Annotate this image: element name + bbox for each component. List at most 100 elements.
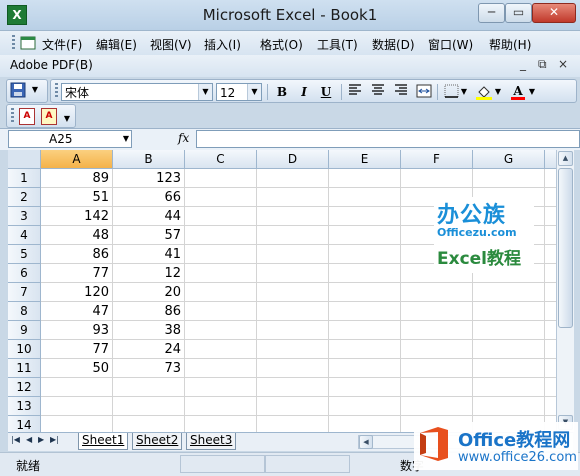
grid-cell[interactable] [329,245,401,264]
grid-cell[interactable] [329,340,401,359]
grid-cell[interactable] [257,340,329,359]
grid-cell[interactable] [329,283,401,302]
grid-cell[interactable] [185,302,257,321]
restore-button[interactable]: ▭ [505,3,532,23]
pdf-convert-icon[interactable]: A [19,108,35,125]
column-header-e[interactable]: E [329,150,401,169]
grid-cell[interactable] [401,283,473,302]
menu-window[interactable]: 窗口(W) [428,36,473,53]
grid-cell[interactable] [545,321,556,340]
grid-cell[interactable] [545,264,556,283]
row-header[interactable]: 8 [8,302,41,321]
grid-cell[interactable] [257,207,329,226]
grid-cell[interactable]: 41 [113,245,185,264]
pdf-toolbar-grip[interactable] [11,108,14,124]
row-header[interactable]: 9 [8,321,41,340]
borders-dropdown-icon[interactable]: ▼ [459,84,469,100]
grid-cell[interactable] [329,416,401,432]
doc-minimize-button[interactable]: _ [520,57,526,71]
column-header-f[interactable]: F [401,150,473,169]
column-header-g[interactable]: G [473,150,545,169]
italic-button[interactable]: I [295,84,313,100]
menu-view[interactable]: 视图(V) [150,36,192,53]
last-sheet-icon[interactable]: ▶| [50,435,59,444]
grid-cell[interactable] [545,340,556,359]
grid-cell[interactable] [329,359,401,378]
scroll-up-icon[interactable]: ▲ [558,151,573,166]
grid-cell[interactable] [401,302,473,321]
row-header[interactable]: 3 [8,207,41,226]
grid-cell[interactable] [185,207,257,226]
font-color-icon[interactable]: A [509,84,527,100]
grid-cell[interactable] [401,340,473,359]
sheet-tab-3[interactable]: Sheet3 [186,433,237,450]
grid-cell[interactable] [185,169,257,188]
row-header[interactable]: 4 [8,226,41,245]
grid-cell[interactable] [545,245,556,264]
row-header[interactable]: 1 [8,169,41,188]
font-name-dropdown-icon[interactable]: ▼ [198,84,212,100]
column-header-a[interactable]: A [41,150,113,169]
grid-cell[interactable] [257,264,329,283]
grid-cell[interactable] [473,378,545,397]
name-box[interactable]: A25 ▼ [8,130,132,148]
sheet-tab-1[interactable]: Sheet1 [78,433,129,450]
column-header-h[interactable] [545,150,556,169]
grid-cell[interactable] [41,416,113,432]
grid-cell[interactable] [185,359,257,378]
row-header[interactable]: 5 [8,245,41,264]
grid-cell[interactable] [329,302,401,321]
grid-cell[interactable] [113,416,185,432]
grid-cell[interactable] [185,416,257,432]
format-toolbar-grip[interactable] [55,83,58,99]
grid-cell[interactable]: 51 [41,188,113,207]
grid-cell[interactable]: 93 [41,321,113,340]
row-header[interactable]: 12 [8,378,41,397]
grid-cell[interactable]: 66 [113,188,185,207]
grid-cell[interactable] [185,378,257,397]
grid-cell[interactable] [41,397,113,416]
grid-cell[interactable] [185,283,257,302]
grid-cell[interactable] [473,169,545,188]
row-header[interactable]: 13 [8,397,41,416]
row-header[interactable]: 7 [8,283,41,302]
grid-cell[interactable] [473,359,545,378]
grid-cell[interactable] [401,359,473,378]
grid-cell[interactable] [257,321,329,340]
insert-function-icon[interactable]: fx [178,131,189,145]
vertical-scroll-thumb[interactable] [558,168,573,328]
grid-cell[interactable] [545,378,556,397]
grid-cell[interactable] [185,321,257,340]
menu-data[interactable]: 数据(D) [372,36,415,53]
grid-cell[interactable] [257,283,329,302]
grid-cell[interactable]: 120 [41,283,113,302]
grid-cell[interactable]: 57 [113,226,185,245]
grid-cell[interactable] [257,416,329,432]
align-right-icon[interactable] [392,84,410,100]
column-header-d[interactable]: D [257,150,329,169]
close-button[interactable]: ✕ [532,3,576,23]
row-header[interactable]: 14 [8,416,41,432]
grid-cell[interactable] [329,188,401,207]
grid-cell[interactable] [473,321,545,340]
grid-cell[interactable] [401,397,473,416]
grid-cell[interactable] [545,283,556,302]
formula-input[interactable] [196,130,580,148]
grid-cell[interactable] [257,188,329,207]
grid-cell[interactable]: 77 [41,264,113,283]
row-header[interactable]: 6 [8,264,41,283]
font-size-dropdown-icon[interactable]: ▼ [247,84,261,100]
menu-edit[interactable]: 编辑(E) [96,36,137,53]
grid-cell[interactable]: 142 [41,207,113,226]
menu-file[interactable]: 文件(F) [42,36,82,53]
font-name-combo[interactable]: 宋体 ▼ [61,83,213,101]
prev-sheet-icon[interactable]: ◀ [26,435,32,444]
underline-button[interactable]: U [317,84,335,100]
grid-cell[interactable] [545,169,556,188]
grid-cell[interactable] [257,245,329,264]
select-all-corner[interactable] [8,150,41,169]
grid-cell[interactable] [257,378,329,397]
grid-cell[interactable] [545,302,556,321]
grid-cell[interactable] [401,169,473,188]
grid-cell[interactable] [185,340,257,359]
